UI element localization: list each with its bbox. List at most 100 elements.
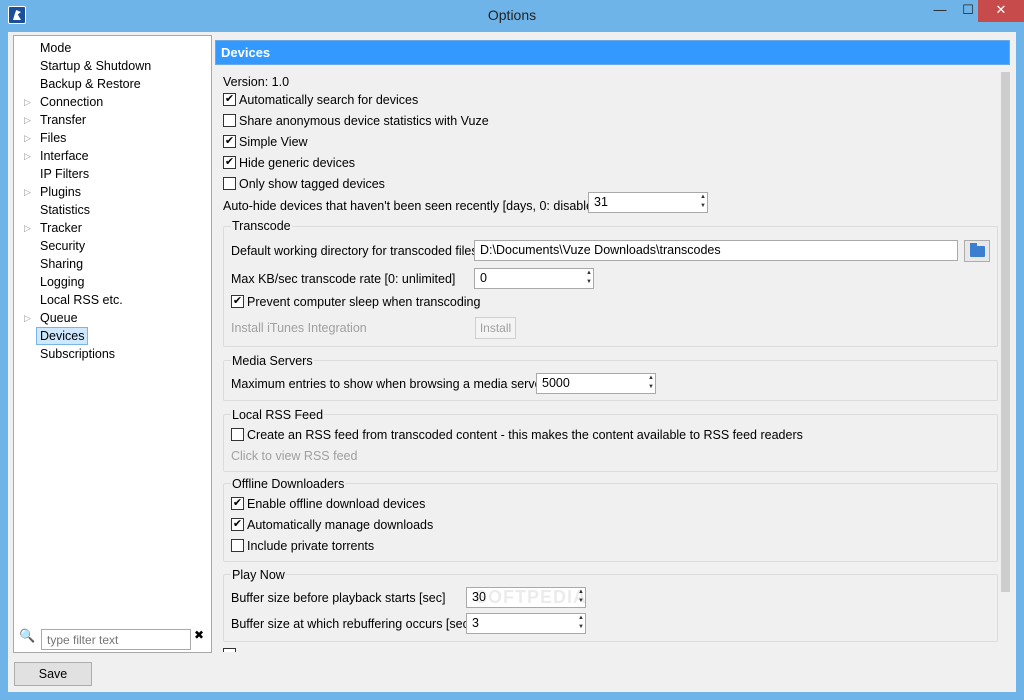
expand-arrow-icon[interactable]: ▷: [24, 93, 34, 111]
share-stats-checkbox[interactable]: [223, 114, 236, 127]
tree-item-label: Queue: [40, 311, 78, 325]
max-rate-label: Max KB/sec transcode rate [0: unlimited]: [231, 272, 456, 286]
transcode-group-title: Transcode: [231, 218, 292, 234]
tree-item-label: Interface: [40, 149, 89, 163]
tree-item-transfer[interactable]: ▷ Transfer: [14, 111, 211, 129]
close-button[interactable]: ✕: [978, 0, 1024, 22]
tree-item-label: Subscriptions: [40, 347, 116, 361]
share-stats-label: Share anonymous device statistics with V…: [239, 114, 489, 128]
softpedia-watermark: SOFTPEDIA: [475, 587, 588, 607]
tree-item-startup-shutdown[interactable]: Startup & Shutdown: [14, 57, 211, 75]
spinner-arrows-icon[interactable]: ▲ ▼: [577, 614, 585, 633]
tree-item-sharing[interactable]: Sharing: [14, 255, 211, 273]
create-rss-checkbox[interactable]: [231, 428, 244, 441]
spinner-arrows-icon[interactable]: ▲ ▼: [585, 269, 593, 288]
tree-item-label: Local RSS etc.: [40, 293, 123, 307]
media-servers-group-title: Media Servers: [231, 353, 314, 369]
version-label: Version: 1.0: [223, 75, 290, 89]
expand-arrow-icon[interactable]: ▷: [24, 183, 34, 201]
tree-item-subscriptions[interactable]: Subscriptions: [14, 345, 211, 363]
tree-item-plugins[interactable]: ▷ Plugins: [14, 183, 211, 201]
expand-arrow-icon[interactable]: ▷: [24, 219, 34, 237]
rebuffer-size-value: 3: [472, 616, 479, 630]
tree-item-backup-restore[interactable]: Backup & Restore: [14, 75, 211, 93]
simple-view-label: Simple View: [239, 135, 308, 149]
spinner-arrows-icon[interactable]: ▲ ▼: [699, 193, 707, 212]
devices-settings-panel: Version: 1.0 Automatically search for de…: [215, 68, 1010, 652]
tree-item-security[interactable]: Security: [14, 237, 211, 255]
enable-offline-checkbox[interactable]: [231, 497, 244, 510]
tree-item-label: Files: [40, 131, 67, 145]
tree-item-label: Logging: [40, 275, 85, 289]
only-tagged-label: Only show tagged devices: [239, 177, 385, 191]
auto-search-label: Automatically search for devices: [239, 93, 419, 107]
expand-arrow-icon[interactable]: ▷: [24, 309, 34, 327]
hide-generic-checkbox[interactable]: [223, 156, 236, 169]
enable-offline-label: Enable offline download devices: [247, 497, 426, 511]
folder-icon: [970, 243, 985, 257]
tree-item-devices[interactable]: Devices: [14, 327, 211, 345]
expand-arrow-icon[interactable]: ▷: [24, 111, 34, 129]
rss-group-title: Local RSS Feed: [231, 407, 325, 423]
tree-item-label: Security: [40, 239, 86, 253]
search-icon: 🔍: [19, 628, 36, 643]
include-private-label: Include private torrents: [247, 539, 375, 553]
only-tagged-checkbox[interactable]: [223, 177, 236, 190]
max-rate-spinner[interactable]: 0 ▲ ▼: [474, 268, 594, 289]
vertical-scrollbar[interactable]: [1001, 68, 1010, 652]
max-entries-spinner[interactable]: 5000 ▲ ▼: [536, 373, 656, 394]
spinner-arrows-icon[interactable]: ▲ ▼: [647, 374, 655, 393]
tree-item-mode[interactable]: Mode: [14, 39, 211, 57]
tree-item-ip-filters[interactable]: IP Filters: [14, 165, 211, 183]
tree-item-logging[interactable]: Logging: [14, 273, 211, 291]
tree-item-tracker[interactable]: ▷ Tracker: [14, 219, 211, 237]
prevent-sleep-label: Prevent computer sleep when transcoding: [247, 295, 481, 309]
simple-view-checkbox[interactable]: [223, 135, 236, 148]
itunes-label: Install iTunes Integration: [231, 321, 367, 335]
rebuffer-size-label: Buffer size at which rebuffering occurs …: [231, 617, 473, 631]
tree-item-files[interactable]: ▷ Files: [14, 129, 211, 147]
rebuffer-size-spinner[interactable]: 3 ▲ ▼: [466, 613, 586, 634]
expand-arrow-icon[interactable]: ▷: [24, 129, 34, 147]
tree-item-label: Connection: [40, 95, 104, 109]
prevent-sleep-checkbox[interactable]: [231, 295, 244, 308]
partial-checkbox[interactable]: [223, 648, 236, 652]
tree-item-queue[interactable]: ▷ Queue: [14, 309, 211, 327]
filter-input[interactable]: [41, 629, 191, 650]
transcode-dir-label: Default working directory for transcoded…: [231, 244, 478, 258]
auto-manage-label: Automatically manage downloads: [247, 518, 434, 532]
minimize-button[interactable]: —: [926, 0, 954, 22]
tree-item-interface[interactable]: ▷ Interface: [14, 147, 211, 165]
buffer-size-label: Buffer size before playback starts [sec]: [231, 591, 446, 605]
auto-manage-checkbox[interactable]: [231, 518, 244, 531]
tree-item-statistics[interactable]: Statistics: [14, 201, 211, 219]
tree-item-connection[interactable]: ▷ Connection: [14, 93, 211, 111]
title-bar[interactable]: Options — ☐ ✕: [0, 0, 1024, 32]
tree-item-label: Statistics: [40, 203, 91, 217]
options-client-area: Mode Startup & Shutdown Backup & Restore ▷ C…: [8, 32, 1016, 692]
transcode-dir-input[interactable]: D:\Documents\Vuze Downloads\transcodes: [474, 240, 958, 261]
include-private-checkbox[interactable]: [231, 539, 244, 552]
clear-filter-icon[interactable]: ✖: [194, 628, 204, 642]
tree-item-label: IP Filters: [40, 167, 90, 181]
auto-hide-value: 31: [594, 195, 608, 209]
tree-item-local-rss-etc[interactable]: Local RSS etc.: [14, 291, 211, 309]
tree-item-label: Startup & Shutdown: [40, 59, 152, 73]
hide-generic-label: Hide generic devices: [239, 156, 356, 170]
options-tree[interactable]: Mode Startup & Shutdown Backup & Restore ▷ C…: [13, 35, 212, 653]
expand-arrow-icon[interactable]: ▷: [24, 147, 34, 165]
tree-item-label: Transfer: [40, 113, 87, 127]
scrollbar-thumb[interactable]: [1001, 72, 1010, 592]
auto-search-checkbox[interactable]: [223, 93, 236, 106]
save-button[interactable]: Save: [14, 662, 92, 686]
install-itunes-button[interactable]: Install: [475, 317, 516, 339]
max-entries-label: Maximum entries to show when browsing a …: [231, 377, 546, 391]
browse-folder-button[interactable]: [964, 240, 990, 262]
view-rss-link[interactable]: Click to view RSS feed: [231, 448, 357, 464]
tree-item-label: Mode: [40, 41, 72, 55]
auto-hide-spinner[interactable]: 31 ▲ ▼: [588, 192, 708, 213]
tree-item-label: Plugins: [40, 185, 81, 199]
tree-item-label: Tracker: [40, 221, 82, 235]
options-window: Options — ☐ ✕ Mode Startup & Shutdown Back…: [0, 0, 1024, 700]
tree-item-label: Backup & Restore: [40, 77, 141, 91]
